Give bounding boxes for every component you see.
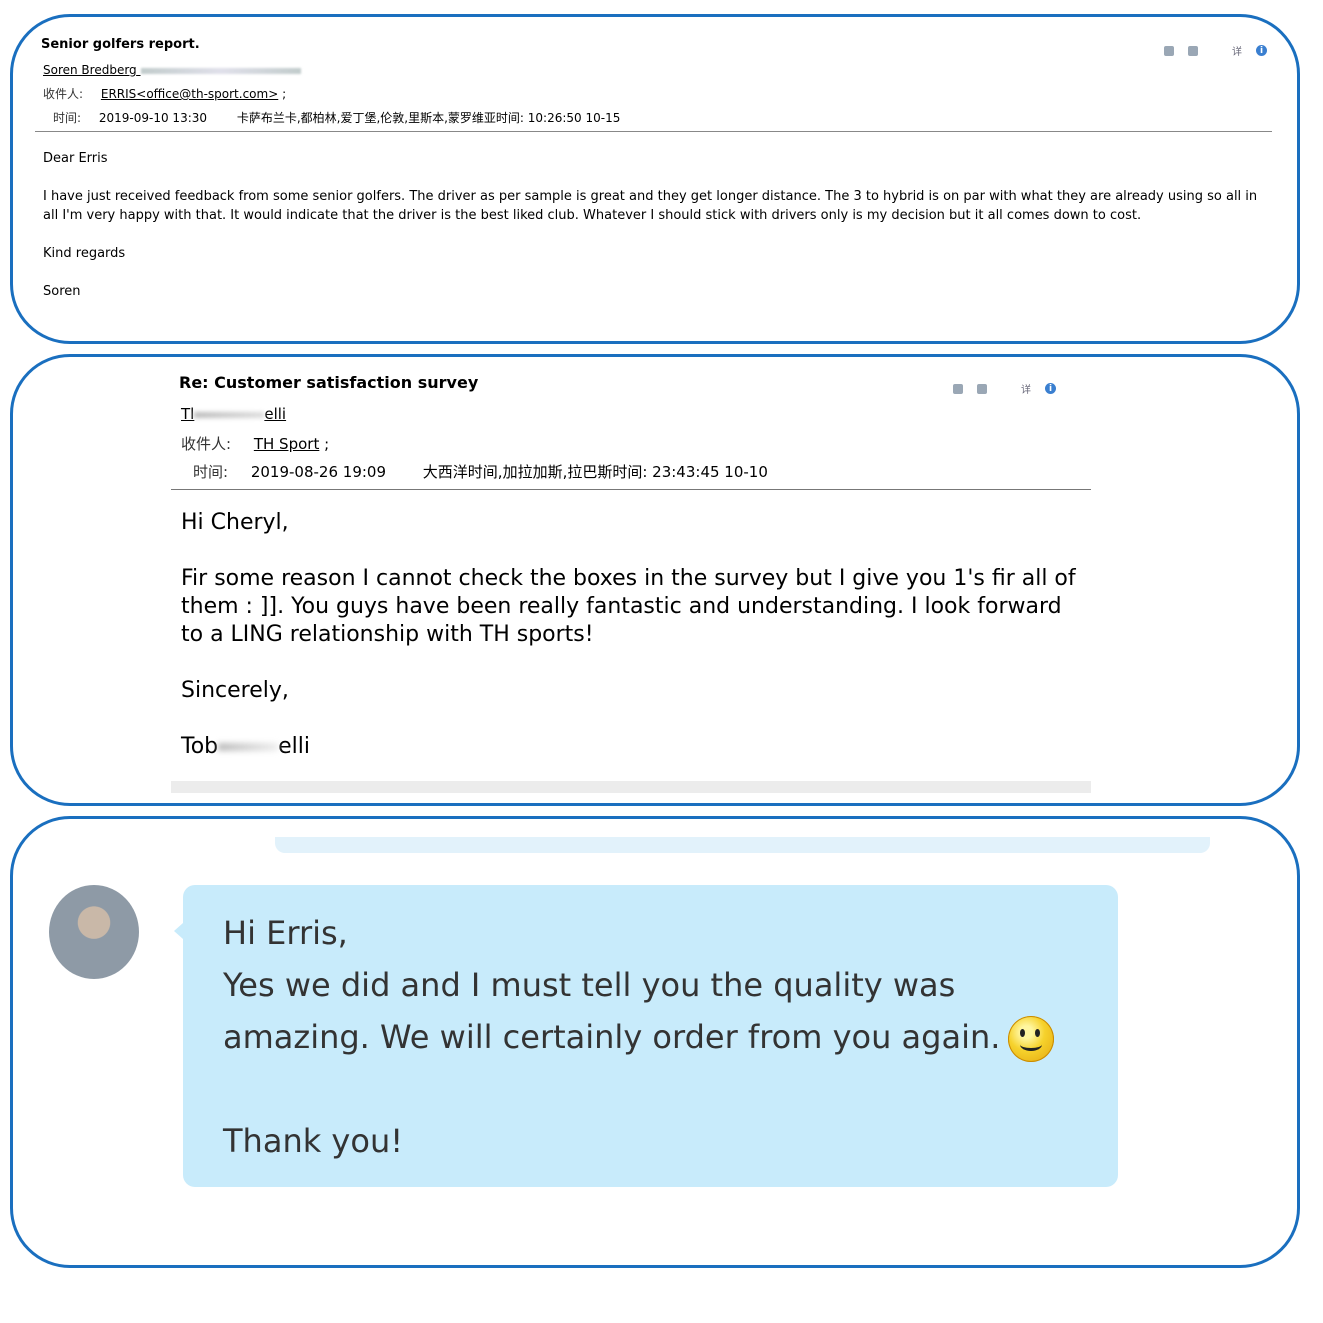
email-time-row: 时间: 2019-09-10 13:30 卡萨布兰卡,都柏林,爱丁堡,伦敦,里斯… xyxy=(53,109,620,126)
header-divider xyxy=(171,489,1091,490)
email-panel-survey: Re: Customer satisfaction survey 详 i Tl e… xyxy=(10,354,1300,806)
recipient-separator: ; xyxy=(282,87,287,101)
recipient-label: 收件人: xyxy=(181,435,232,453)
chat-greeting: Hi Erris, xyxy=(223,914,348,952)
email-closing: Sincerely, xyxy=(181,678,289,703)
chat-line-1: Yes we did and I must tell you the quali… xyxy=(223,966,956,1004)
email-panel-senior-golfers: Senior golfers report. 详 i Soren Bredber… xyxy=(10,14,1300,344)
recipient-label: 收件人: xyxy=(43,87,84,101)
email-sender[interactable]: Soren Bredberg xyxy=(43,63,301,77)
email-body: Hi Cheryl, Fir some reason I cannot chec… xyxy=(181,509,1081,789)
email-paragraph: Fir some reason I cannot check the boxes… xyxy=(181,566,1076,647)
chat-message-bubble: Hi Erris, Yes we did and I must tell you… xyxy=(174,885,1118,1187)
email-recipient-row: 收件人: ERRIS<office@th-sport.com> ; xyxy=(43,85,286,102)
print-icon[interactable] xyxy=(1188,45,1198,56)
email-survey-content: Re: Customer satisfaction survey 详 i Tl e… xyxy=(171,357,1091,797)
chat-thanks: Thank you! xyxy=(223,1122,404,1160)
time-label: 时间: xyxy=(53,111,82,125)
avatar[interactable] xyxy=(49,885,139,979)
email-greeting: Dear Erris xyxy=(43,151,108,166)
signature-end: elli xyxy=(278,734,310,759)
recipient-link[interactable]: ERRIS<office@th-sport.com> xyxy=(101,87,278,101)
detail-icon[interactable]: 详 xyxy=(1021,381,1031,396)
email-body: Dear Erris I have just received feedback… xyxy=(43,149,1273,320)
email-greeting: Hi Cheryl, xyxy=(181,510,289,535)
timezone-text: 卡萨布兰卡,都柏林,爱丁堡,伦敦,里斯本,蒙罗维亚时间: 10:26:50 10… xyxy=(236,111,621,125)
recipient-link[interactable]: TH Sport xyxy=(254,435,319,453)
email-toolbar: 详 i xyxy=(1164,43,1267,58)
sender-email-redacted xyxy=(140,67,301,74)
chat-blank-line xyxy=(223,1063,1083,1115)
email-sender[interactable]: Tl elli xyxy=(181,405,286,423)
horizontal-scrollbar[interactable] xyxy=(171,781,1091,793)
detail-icon[interactable]: 详 xyxy=(1232,43,1242,58)
time-value: 2019-09-10 13:30 xyxy=(98,111,208,125)
save-icon[interactable] xyxy=(953,383,963,394)
time-value: 2019-08-26 19:09 xyxy=(250,463,387,481)
email-closing: Kind regards xyxy=(43,246,126,261)
print-icon[interactable] xyxy=(977,383,987,394)
timezone-text: 大西洋时间,加拉加斯,拉巴斯时间: 23:43:45 10-10 xyxy=(422,463,768,481)
sender-name-end: elli xyxy=(264,405,287,423)
chat-line-2: amazing. We will certainly order from yo… xyxy=(223,1018,1001,1056)
email-toolbar: 详 i xyxy=(953,381,1056,396)
time-label: 时间: xyxy=(193,463,229,481)
email-signature: Soren xyxy=(43,284,81,299)
email-recipient-row: 收件人: TH Sport ; xyxy=(181,433,329,454)
signature-redacted xyxy=(218,743,279,751)
email-signature: Tob elli xyxy=(181,733,1081,761)
signature-start: Tob xyxy=(181,734,219,759)
sender-name: Soren Bredberg xyxy=(43,63,137,77)
smiley-icon xyxy=(1008,1016,1055,1062)
email-paragraph: I have just received feedback from some … xyxy=(43,189,1258,223)
email-subject: Re: Customer satisfaction survey xyxy=(179,373,479,392)
chat-message-text: Hi Erris, Yes we did and I must tell you… xyxy=(223,907,1083,1167)
sender-name-start: Tl xyxy=(181,405,195,423)
email-time-row: 时间: 2019-08-26 19:09 大西洋时间,加拉加斯,拉巴斯时间: 2… xyxy=(193,461,768,482)
previous-message-edge xyxy=(275,837,1210,853)
chat-line-2-wrap: amazing. We will certainly order from yo… xyxy=(223,1011,1083,1063)
save-icon[interactable] xyxy=(1164,45,1174,56)
header-divider xyxy=(35,131,1272,132)
chat-panel: Hi Erris, Yes we did and I must tell you… xyxy=(10,816,1300,1268)
info-icon[interactable]: i xyxy=(1256,45,1267,56)
recipient-separator: ; xyxy=(324,435,330,453)
sender-name-redacted xyxy=(194,411,265,418)
email-subject: Senior golfers report. xyxy=(41,37,200,52)
info-icon[interactable]: i xyxy=(1045,383,1056,394)
